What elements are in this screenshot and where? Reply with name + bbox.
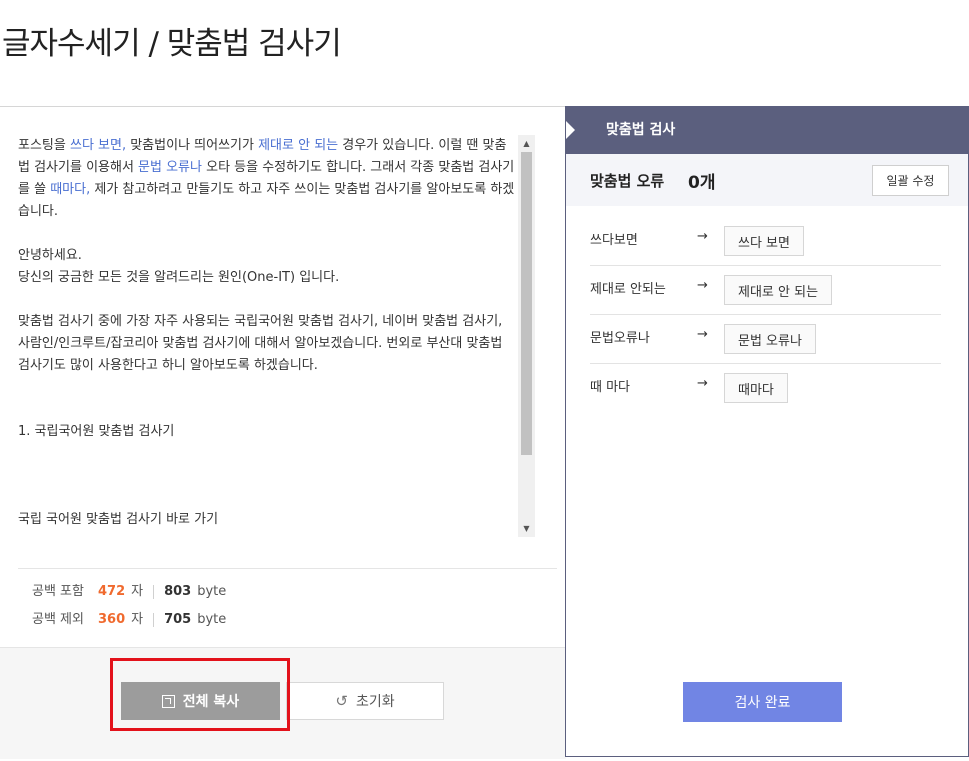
- char-count: 472: [97, 584, 126, 599]
- editor-text: 포스팅을: [18, 138, 70, 153]
- editor-paragraph: 1. 국립국어원 맞춤법 검사기: [18, 421, 518, 443]
- count-label: 공백 포함: [32, 584, 84, 599]
- wrong-word: 문법오류나: [590, 331, 650, 346]
- scroll-thumb[interactable]: [521, 152, 532, 455]
- char-unit: 자: [131, 612, 144, 627]
- correction-row: 제대로 안되는 → 제대로 안 되는: [590, 266, 941, 315]
- reset-label: 초기화: [355, 694, 395, 710]
- byte-count: 705: [164, 612, 192, 627]
- copy-icon: [161, 694, 175, 708]
- text-editor[interactable]: 포스팅을 쓰다 보면, 맞춤법이나 띄어쓰기가 제대로 안 되는 경우가 있습니…: [18, 135, 518, 539]
- spellcheck-title: 맞춤법 검사: [606, 122, 676, 138]
- editor-paragraph: 안녕하세요.: [18, 245, 518, 267]
- correction-row: 쓰다보면 → 쓰다 보면: [590, 217, 941, 266]
- page-title: 글자수세기 / 맞춤법 검사기: [2, 26, 342, 62]
- count-with-space: 공백 포함 472 자 803 byte: [32, 581, 226, 603]
- char-unit: 자: [131, 584, 144, 599]
- editor-text: 1. 국립국어원 맞춤법 검사기: [18, 424, 175, 439]
- error-count: 0개: [688, 173, 716, 193]
- action-area: [0, 647, 566, 759]
- arrow-right-icon: →: [697, 327, 708, 342]
- scroll-down-icon[interactable]: ▼: [518, 520, 535, 537]
- correction-row: 문법오류나 → 문법 오류나: [590, 315, 941, 364]
- suggestion-button[interactable]: 문법 오류나: [724, 324, 816, 354]
- editor-text: 맞춤법 검사기 중에 가장 자주 사용되는 국립국어원 맞춤법 검사기, 네이버…: [18, 314, 503, 373]
- copy-all-label: 전체 복사: [182, 694, 240, 710]
- editor-text: 제가 참고하려고 만들기도 하고 자주 쓰이는 맞춤법 검사기를 알아보도록 하…: [18, 182, 515, 219]
- char-count: 360: [97, 612, 126, 627]
- error-label: 맞춤법 오류: [590, 172, 665, 190]
- divider: [18, 568, 557, 569]
- header-notch-icon: [566, 121, 575, 139]
- error-summary: 맞춤법 오류 0개 일괄 수정: [566, 154, 968, 206]
- editor-scrollbar[interactable]: ▲ ▼: [518, 135, 535, 537]
- arrow-right-icon: →: [697, 278, 708, 293]
- copy-all-button[interactable]: 전체 복사: [121, 682, 280, 720]
- highlighted-word: 쓰다 보면,: [69, 138, 127, 153]
- reset-icon: ↺: [335, 692, 348, 710]
- check-done-button[interactable]: 검사 완료: [683, 682, 842, 722]
- text-input-panel: 포스팅을 쓰다 보면, 맞춤법이나 띄어쓰기가 제대로 안 되는 경우가 있습니…: [0, 106, 566, 759]
- correction-list: 쓰다보면 → 쓰다 보면제대로 안되는 → 제대로 안 되는문법오류나 → 문법 오류나때 …: [590, 217, 941, 413]
- editor-paragraph: 국립 국어원 맞춤법 검사기 바로 가기: [18, 509, 518, 531]
- wrong-word: 제대로 안되는: [590, 282, 666, 297]
- separator: [153, 585, 155, 599]
- editor-text: 맞춤법이나 띄어쓰기가: [126, 138, 259, 153]
- byte-unit: byte: [197, 612, 227, 627]
- reset-button[interactable]: ↺ 초기화: [286, 682, 444, 720]
- byte-count: 803: [164, 584, 192, 599]
- byte-unit: byte: [197, 584, 227, 599]
- suggestion-button[interactable]: 쓰다 보면: [724, 226, 804, 256]
- separator: [153, 613, 155, 627]
- highlighted-word: 문법 오류나: [138, 160, 202, 175]
- count-without-space: 공백 제외 360 자 705 byte: [32, 609, 226, 631]
- fix-all-button[interactable]: 일괄 수정: [872, 165, 949, 196]
- editor-paragraph: 당신의 궁금한 모든 것을 알려드리는 원인(One-IT) 입니다.: [18, 267, 518, 289]
- scroll-up-icon[interactable]: ▲: [518, 135, 535, 152]
- editor-paragraph: 맞춤법 검사기 중에 가장 자주 사용되는 국립국어원 맞춤법 검사기, 네이버…: [18, 311, 518, 377]
- wrong-word: 쓰다보면: [590, 233, 638, 248]
- highlighted-word: 때마다,: [50, 182, 91, 197]
- count-label: 공백 제외: [32, 612, 84, 627]
- editor-text: 국립 국어원 맞춤법 검사기 바로 가기: [18, 512, 219, 527]
- editor-paragraph: 포스팅을 쓰다 보면, 맞춤법이나 띄어쓰기가 제대로 안 되는 경우가 있습니…: [18, 135, 518, 223]
- arrow-right-icon: →: [697, 229, 708, 244]
- suggestion-button[interactable]: 때마다: [724, 373, 788, 403]
- highlighted-word: 제대로 안 되는: [258, 138, 339, 153]
- spellcheck-header: 맞춤법 검사: [566, 107, 968, 154]
- suggestion-button[interactable]: 제대로 안 되는: [724, 275, 833, 305]
- editor-text: 안녕하세요.: [18, 248, 82, 263]
- editor-text: 당신의 궁금한 모든 것을 알려드리는 원인(One-IT) 입니다.: [18, 270, 340, 285]
- correction-row: 때 마다 → 때마다: [590, 364, 941, 413]
- wrong-word: 때 마다: [590, 380, 631, 395]
- spellcheck-panel: 맞춤법 검사 맞춤법 오류 0개 일괄 수정 쓰다보면 → 쓰다 보면제대로 안되는…: [565, 106, 969, 757]
- arrow-right-icon: →: [697, 376, 708, 391]
